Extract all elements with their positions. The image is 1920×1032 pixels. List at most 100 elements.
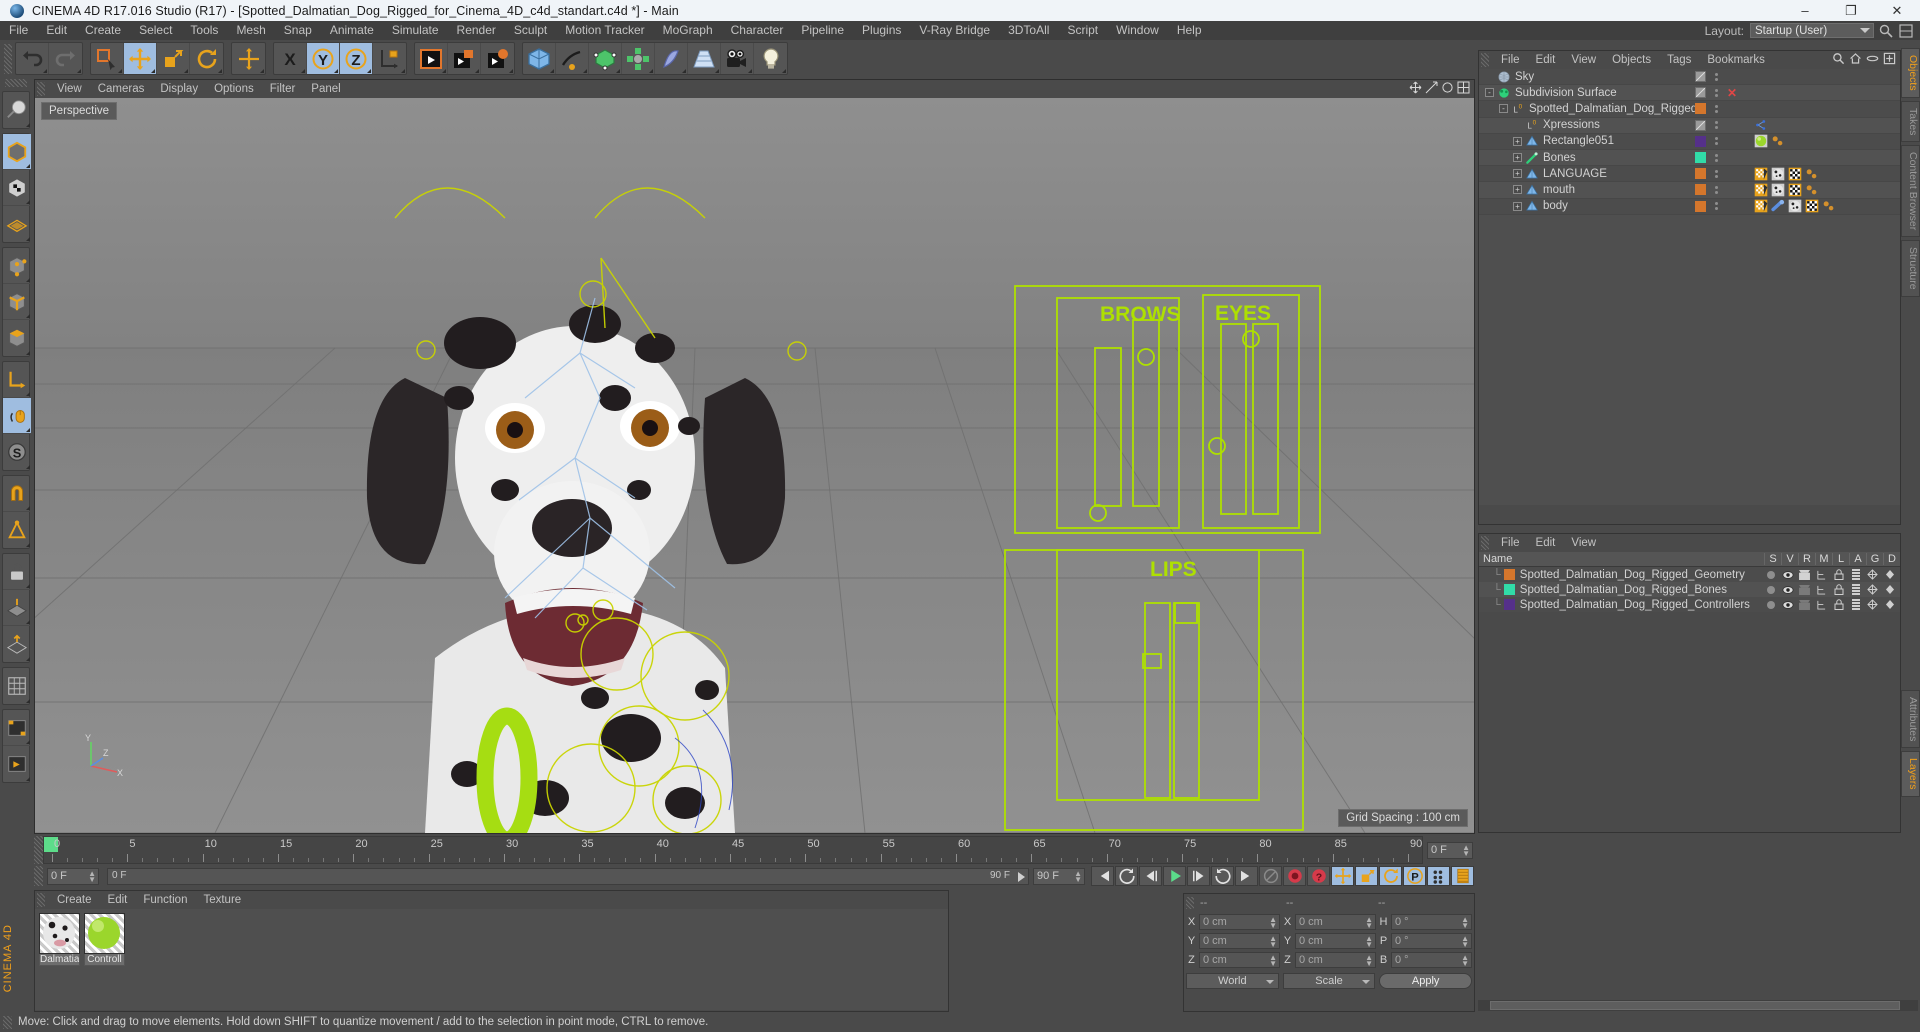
dots-tag[interactable]: [1805, 167, 1819, 181]
uv-tag[interactable]: [1754, 183, 1768, 197]
layer-manager-menu-file[interactable]: File: [1493, 534, 1528, 552]
visibility-render-dot[interactable]: [1715, 207, 1718, 211]
step-back-button[interactable]: [1139, 866, 1162, 886]
object-row[interactable]: L 0 Xpressions: [1479, 117, 1900, 134]
coordinate-system-dropdown[interactable]: World: [1186, 972, 1279, 989]
menu-item-file[interactable]: File: [0, 21, 37, 40]
layer-manager-tree-icon[interactable]: [1813, 569, 1830, 580]
viewport-menu-cameras[interactable]: Cameras: [90, 80, 153, 98]
layer-solo-dot-icon[interactable]: [1762, 569, 1779, 580]
material-manager-menu-create[interactable]: Create: [49, 891, 100, 909]
axis-modify-button[interactable]: [3, 362, 31, 398]
add-layer-icon[interactable]: [1883, 52, 1896, 68]
layer-manager-menu-view[interactable]: View: [1563, 534, 1604, 552]
object-manager-menu-file[interactable]: File: [1493, 51, 1528, 69]
object-visibility-dots[interactable]: [1712, 72, 1721, 81]
point-level-animation-button[interactable]: [1427, 866, 1450, 886]
close-button[interactable]: ✕: [1874, 0, 1920, 21]
size-field-x[interactable]: 0 cm ▲ ▼: [1295, 913, 1376, 930]
render-region-button[interactable]: [448, 43, 481, 74]
search-icon[interactable]: [1832, 52, 1845, 68]
parameter-key-button[interactable]: P: [1403, 866, 1426, 886]
lock-button[interactable]: [3, 554, 31, 590]
expander-toggle[interactable]: +: [1513, 185, 1522, 195]
object-row[interactable]: Sky: [1479, 69, 1900, 86]
size-field-y[interactable]: 0 cm ▲ ▼: [1295, 932, 1376, 949]
menu-item-help[interactable]: Help: [1168, 21, 1211, 40]
dots-tag[interactable]: [1822, 199, 1836, 213]
spline-pen-button[interactable]: [556, 43, 589, 74]
layer-row[interactable]: └ Spotted_Dalmatian_Dog_Rigged_Controller…: [1479, 597, 1900, 612]
soft-selection-button[interactable]: S: [3, 434, 31, 470]
magnet-button[interactable]: [3, 476, 31, 512]
texture-mode-button[interactable]: [3, 170, 31, 206]
material-dalmatian-tag[interactable]: [1771, 167, 1785, 181]
dots-tag[interactable]: [1771, 134, 1785, 148]
spinner-icon[interactable]: ▲ ▼: [1461, 915, 1469, 929]
viewport-menu-panel[interactable]: Panel: [303, 80, 348, 98]
rotation-field-b[interactable]: 0 ° ▲ ▼: [1391, 951, 1472, 968]
snap-button[interactable]: [3, 512, 31, 548]
spinner-icon[interactable]: ▲ ▼: [1269, 934, 1277, 948]
timeline-range-track[interactable]: 0 F 90 F: [107, 867, 1029, 885]
layer-color-swatch[interactable]: [1503, 584, 1515, 595]
layer-animation-icon[interactable]: [1847, 599, 1864, 610]
viewport-menu-grip[interactable]: [37, 82, 45, 96]
layer-lock-icon[interactable]: [1830, 584, 1847, 595]
menu-item-edit[interactable]: Edit: [37, 21, 76, 40]
layer-manager-menu-edit[interactable]: Edit: [1528, 534, 1564, 552]
layer-color-swatch[interactable]: [1503, 599, 1515, 610]
render-settings-button[interactable]: [481, 43, 514, 74]
texture-tag[interactable]: [1788, 167, 1802, 181]
spinner-icon[interactable]: ▲ ▼: [1365, 934, 1373, 948]
expander-toggle[interactable]: +: [1513, 201, 1522, 211]
visibility-render-dot[interactable]: [1715, 126, 1718, 130]
object-manager-menu-objects[interactable]: Objects: [1604, 51, 1659, 69]
object-visibility-dots[interactable]: [1712, 169, 1721, 178]
menu-item-3dtoall[interactable]: 3DToAll: [999, 21, 1058, 40]
help-icon[interactable]: [1898, 23, 1914, 39]
object-manager-menu-bookmarks[interactable]: Bookmarks: [1699, 51, 1773, 69]
position-field-y[interactable]: 0 cm ▲ ▼: [1199, 932, 1280, 949]
object-row[interactable]: + Bones: [1479, 149, 1900, 167]
layer-lock-icon[interactable]: [1830, 599, 1847, 610]
layout-dropdown[interactable]: Startup (User): [1750, 23, 1874, 38]
layer-solo-dot-icon[interactable]: [1762, 584, 1779, 595]
skin-tag[interactable]: [1771, 199, 1785, 213]
xpresso-tag[interactable]: [1754, 118, 1768, 132]
layer-deformers-icon[interactable]: [1881, 599, 1898, 610]
object-row[interactable]: + LANGUAGE: [1479, 166, 1900, 183]
edges-mode-button[interactable]: [3, 284, 31, 320]
object-color-swatch[interactable]: [1695, 200, 1706, 212]
object-row[interactable]: - Subdivision Surface ✕: [1479, 85, 1900, 102]
spinner-icon[interactable]: ▲ ▼: [1365, 953, 1373, 967]
layer-table-body[interactable]: └ Spotted_Dalmatian_Dog_Rigged_Geometry └ S…: [1479, 567, 1900, 612]
layer-column-v[interactable]: V: [1781, 553, 1798, 565]
material-preview[interactable]: [84, 913, 125, 954]
visibility-editor-dot[interactable]: [1715, 104, 1718, 108]
maximize-button[interactable]: ❐: [1828, 0, 1874, 21]
home-icon[interactable]: [1849, 52, 1862, 68]
material-item[interactable]: Controll: [84, 913, 125, 1006]
visibility-editor-dot[interactable]: [1715, 169, 1718, 173]
expander-toggle[interactable]: -: [1485, 88, 1494, 98]
dock-tab-attributes[interactable]: Attributes: [1901, 690, 1920, 749]
horizontal-scrollbar[interactable]: [1478, 1000, 1918, 1011]
object-tree[interactable]: Sky - Subdivision Surface ✕ - L 0 Spotted_Dalma…: [1479, 69, 1900, 505]
position-key-button[interactable]: [1331, 866, 1354, 886]
object-manager-menu-edit[interactable]: Edit: [1528, 51, 1564, 69]
viewport-menu-display[interactable]: Display: [152, 80, 206, 98]
x-axis-button[interactable]: X: [274, 43, 307, 74]
layer-render-clapper-icon[interactable]: [1796, 584, 1813, 595]
layer-row[interactable]: └ Spotted_Dalmatian_Dog_Rigged_Bones: [1479, 582, 1900, 597]
layer-lock-icon[interactable]: [1830, 569, 1847, 580]
position-field-z[interactable]: 0 cm ▲ ▼: [1199, 951, 1280, 968]
visibility-editor-dot[interactable]: [1715, 137, 1718, 141]
spinner-icon[interactable]: ▲ ▼: [1461, 934, 1469, 948]
layer-generators-icon[interactable]: [1864, 584, 1881, 595]
visibility-render-dot[interactable]: [1715, 142, 1718, 146]
object-color-swatch[interactable]: [1695, 152, 1706, 164]
go-to-end-button[interactable]: [1235, 866, 1258, 886]
layer-render-clapper-icon[interactable]: [1796, 599, 1813, 610]
grid-visibility-button[interactable]: [3, 668, 31, 704]
